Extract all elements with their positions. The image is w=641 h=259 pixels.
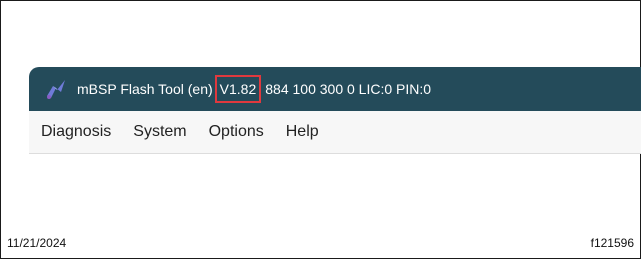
menu-options[interactable]: Options (209, 123, 264, 141)
title-bar[interactable]: mBSP Flash Tool (en) V1.82 884 100 300 0… (29, 67, 641, 111)
figure-id: f121596 (590, 236, 634, 250)
version-label: V1.82 (214, 75, 262, 103)
flash-tool-app-icon (47, 80, 65, 99)
window-title-serial-info: 884 100 300 0 LIC:0 PIN:0 (265, 81, 432, 97)
menu-help[interactable]: Help (286, 123, 319, 141)
figure-frame: mBSP Flash Tool (en) V1.82 884 100 300 0… (0, 0, 641, 259)
window-title-app-name: mBSP Flash Tool (en) (77, 81, 213, 97)
footer-date: 11/21/2024 (7, 236, 67, 250)
menu-bar: Diagnosis System Options Help (29, 111, 641, 154)
menu-diagnosis[interactable]: Diagnosis (41, 123, 111, 141)
menu-system[interactable]: System (133, 123, 186, 141)
